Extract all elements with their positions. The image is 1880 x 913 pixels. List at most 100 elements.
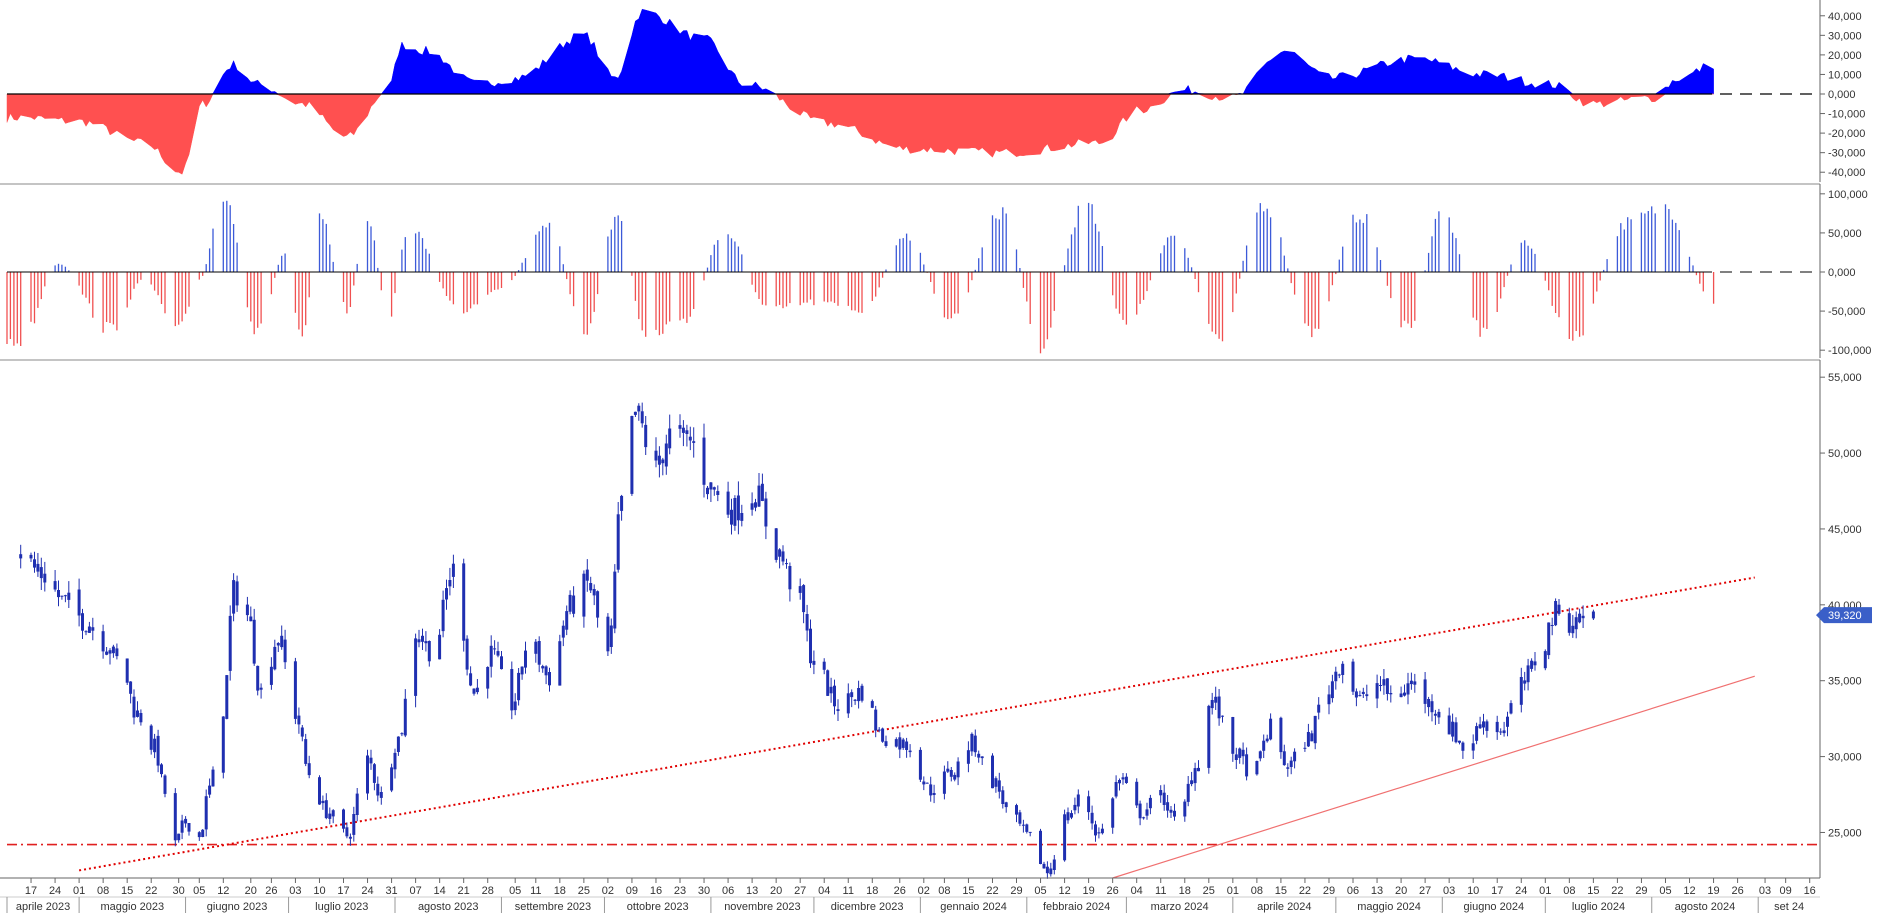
oscillator-y-tick-label: -30,000 bbox=[1828, 148, 1865, 160]
candle-body bbox=[445, 588, 448, 600]
candlestick bbox=[1210, 692, 1214, 715]
candle-body bbox=[918, 749, 922, 780]
candle-body bbox=[1591, 611, 1595, 619]
x-day-label: 29 bbox=[1635, 885, 1647, 897]
candlestick bbox=[53, 570, 57, 592]
candlestick bbox=[517, 668, 521, 706]
candle-body bbox=[1519, 677, 1523, 705]
candlestick bbox=[1100, 823, 1104, 835]
candlestick bbox=[369, 749, 373, 770]
oscillator-negative-area bbox=[6, 93, 1714, 175]
x-month-label: novembre 2023 bbox=[724, 901, 800, 913]
candle-body bbox=[245, 604, 249, 616]
candlestick bbox=[1475, 722, 1479, 745]
candle-body bbox=[500, 656, 503, 670]
candlestick bbox=[177, 833, 181, 843]
candlestick bbox=[568, 590, 572, 615]
candle-body bbox=[973, 735, 977, 753]
x-day-label: 23 bbox=[674, 885, 686, 897]
x-day-label: 11 bbox=[1155, 885, 1166, 897]
candlestick bbox=[1124, 773, 1128, 784]
candle-body bbox=[534, 641, 538, 654]
candlestick bbox=[966, 741, 970, 773]
last-price-label: 39,320 bbox=[1828, 610, 1862, 622]
candlestick bbox=[156, 729, 160, 773]
candlestick bbox=[221, 716, 225, 779]
candlestick bbox=[379, 786, 383, 805]
candlestick bbox=[1028, 831, 1032, 837]
candlestick bbox=[249, 606, 253, 622]
x-day-label: 12 bbox=[217, 885, 229, 897]
candlestick bbox=[991, 753, 994, 789]
candlestick bbox=[1258, 750, 1262, 762]
candlestick bbox=[1543, 649, 1547, 671]
candle-body bbox=[1231, 717, 1235, 754]
x-day-label: 03 bbox=[1443, 885, 1455, 897]
candlestick bbox=[736, 481, 740, 535]
candle-body bbox=[1385, 678, 1389, 694]
candle-body bbox=[180, 820, 184, 833]
candlestick bbox=[1365, 684, 1369, 701]
candlestick bbox=[307, 755, 311, 779]
candlestick bbox=[1145, 802, 1149, 820]
candle-body bbox=[63, 595, 67, 597]
candle-body bbox=[53, 581, 57, 590]
candle-body bbox=[1458, 740, 1461, 743]
candle-body bbox=[469, 673, 473, 686]
candle-body bbox=[1447, 715, 1451, 735]
candlestick bbox=[1574, 611, 1578, 639]
candlestick bbox=[760, 473, 764, 502]
candle-body bbox=[269, 666, 273, 685]
candle-body bbox=[1021, 824, 1025, 826]
candle-body bbox=[403, 698, 407, 736]
candlestick bbox=[970, 732, 974, 756]
candle-body bbox=[300, 727, 304, 737]
candlestick bbox=[462, 558, 466, 652]
candle-body bbox=[544, 666, 548, 676]
candlestick bbox=[860, 683, 864, 703]
candlestick bbox=[802, 584, 806, 624]
candle-body bbox=[1482, 721, 1485, 728]
candle-body bbox=[1365, 694, 1369, 697]
candle-body bbox=[833, 685, 836, 707]
candlestick bbox=[1135, 778, 1139, 808]
price-y-tick-label: 55,000 bbox=[1828, 372, 1862, 384]
candle-body bbox=[1186, 783, 1190, 802]
candlestick bbox=[812, 650, 816, 675]
candlestick bbox=[1533, 652, 1537, 671]
candlestick bbox=[774, 528, 778, 563]
candlestick bbox=[1052, 855, 1056, 875]
candlestick bbox=[441, 590, 445, 638]
candlestick bbox=[1190, 771, 1194, 787]
candle-body bbox=[901, 739, 905, 748]
candlestick bbox=[414, 633, 418, 708]
candle-body bbox=[1409, 680, 1413, 685]
candlestick bbox=[1437, 708, 1441, 724]
candle-body bbox=[592, 589, 596, 596]
candle-body bbox=[414, 638, 418, 696]
x-day-label: 26 bbox=[894, 885, 906, 897]
candle-body bbox=[994, 778, 998, 787]
candle-body bbox=[1039, 830, 1042, 864]
candlestick bbox=[702, 423, 706, 498]
candlestick bbox=[908, 744, 912, 758]
candlestick bbox=[558, 634, 562, 686]
candlestick bbox=[688, 426, 692, 451]
candlestick bbox=[445, 579, 448, 610]
candle-body bbox=[1028, 831, 1032, 833]
candle-body bbox=[366, 755, 369, 794]
candle-body bbox=[1403, 692, 1406, 696]
candle-body bbox=[1454, 722, 1458, 743]
candle-body bbox=[633, 411, 637, 415]
candlestick bbox=[403, 689, 407, 738]
oscillator-y-tick-label: -10,000 bbox=[1828, 109, 1865, 121]
candlestick bbox=[1403, 684, 1406, 697]
candlestick bbox=[613, 564, 617, 634]
candle-body bbox=[1166, 802, 1170, 811]
candlestick bbox=[520, 666, 524, 680]
candlestick bbox=[706, 486, 709, 500]
candlestick bbox=[712, 486, 716, 496]
candlestick bbox=[366, 749, 369, 800]
candlestick bbox=[932, 784, 936, 804]
candlestick bbox=[84, 630, 88, 636]
